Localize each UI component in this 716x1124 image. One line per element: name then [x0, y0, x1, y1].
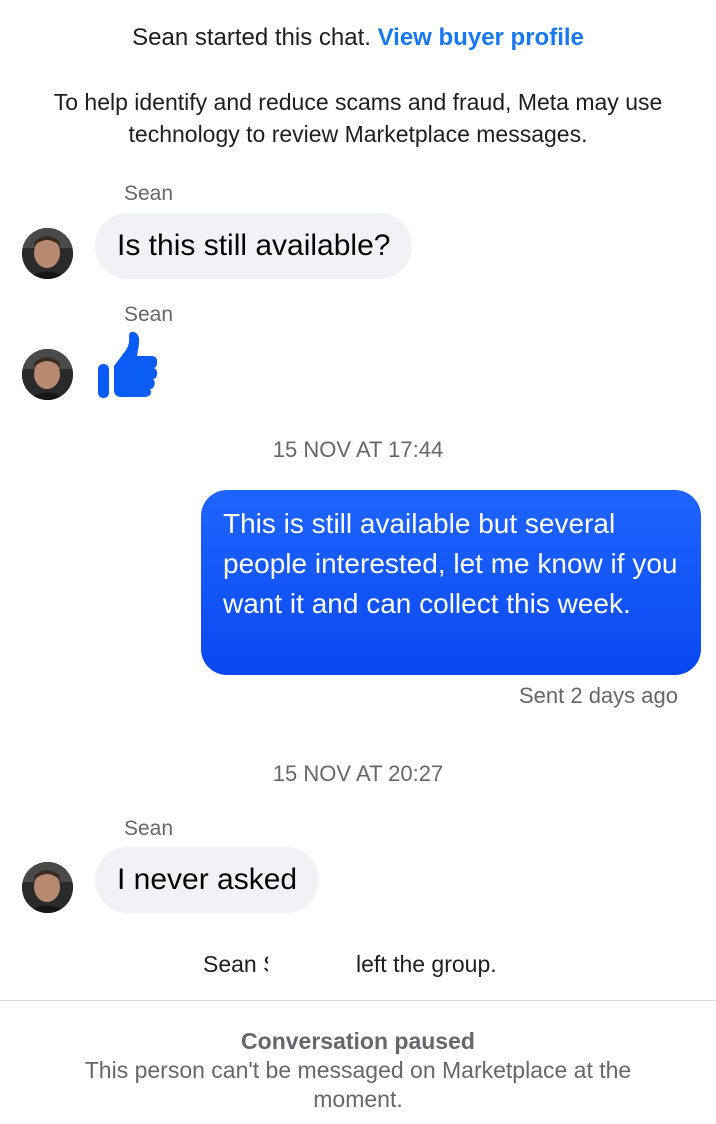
sender-name: Sean — [124, 182, 174, 205]
thumbs-up-icon[interactable] — [96, 330, 160, 400]
conversation-paused-title: Conversation paused — [241, 1028, 475, 1054]
redaction-block — [268, 951, 350, 987]
avatar[interactable] — [22, 228, 73, 279]
chat-started-line: Sean started this chat. View buyer profi… — [0, 24, 716, 52]
safety-notice: To help identify and reduce scams and fr… — [53, 89, 663, 147]
timestamp: 15 NOV AT 20:27 — [272, 761, 444, 786]
incoming-message[interactable]: Is this still available? — [95, 213, 413, 279]
conversation-paused-text: This person can't be messaged on Marketp… — [84, 1057, 632, 1112]
sender-name: Sean — [124, 303, 174, 326]
view-buyer-profile-link[interactable]: View buyer profile — [378, 24, 584, 51]
left-group-text: left the group. — [356, 951, 497, 977]
avatar[interactable] — [22, 862, 73, 913]
incoming-message[interactable]: I never asked — [95, 847, 320, 913]
sent-status: Sent 2 days ago — [518, 683, 678, 708]
footer-divider — [0, 1000, 716, 1001]
chat-started-text: Sean started this chat. — [132, 24, 371, 51]
outgoing-message[interactable]: This is still available but several peop… — [201, 490, 701, 675]
sender-name: Sean — [124, 817, 174, 840]
avatar[interactable] — [22, 349, 73, 400]
timestamp: 15 NOV AT 17:44 — [272, 437, 444, 462]
